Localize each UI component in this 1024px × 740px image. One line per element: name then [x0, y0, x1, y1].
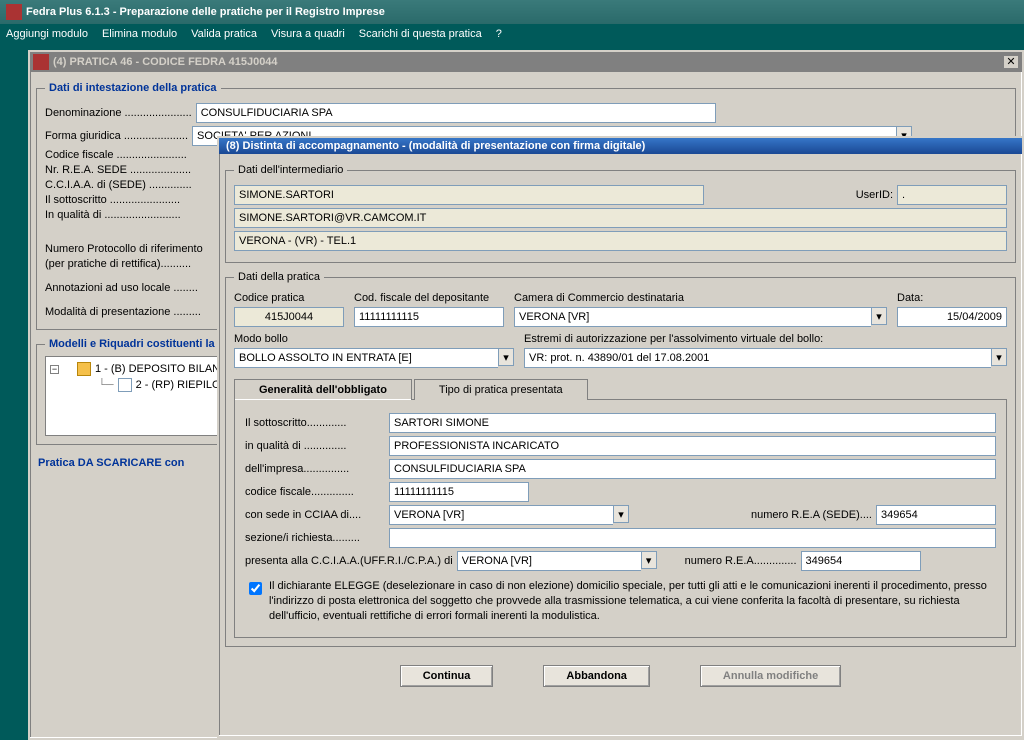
tab-tipo-pratica[interactable]: Tipo di pratica presentata [414, 379, 588, 400]
window-distinta-title: (8) Distinta di accompagnamento - (modal… [222, 140, 1019, 152]
lbl-g-cf: codice fiscale.............. [245, 486, 385, 498]
lbl-rea: Nr. R.E.A. SEDE .................... [45, 164, 191, 176]
btn-continua[interactable]: Continua [400, 665, 494, 687]
input-intermediario-email[interactable] [234, 208, 1007, 228]
btn-abbandona[interactable]: Abbandona [543, 665, 650, 687]
input-g-sede[interactable] [389, 505, 613, 525]
lbl-protocollo1: Numero Protocollo di riferimento [45, 243, 203, 255]
folder-icon [77, 362, 91, 376]
lbl-cf: Codice fiscale ....................... [45, 149, 187, 161]
window-distinta: (8) Distinta di accompagnamento - (modal… [217, 136, 1024, 738]
input-g-sottoscritto[interactable] [389, 413, 996, 433]
fs-dati-pratica: Dati della pratica Codice pratica Cod. f… [225, 271, 1016, 647]
menu-elimina[interactable]: Elimina modulo [102, 28, 177, 40]
input-userid[interactable] [897, 185, 1007, 205]
input-g-rea2[interactable] [801, 551, 921, 571]
close-icon[interactable]: ✕ [1003, 55, 1019, 69]
tabs: Generalità dell'obbligato Tipo di pratic… [234, 378, 1007, 399]
menu-valida[interactable]: Valida pratica [191, 28, 257, 40]
lbl-userid: UserID: [856, 189, 893, 201]
lbl-codprat: Codice pratica [234, 292, 304, 304]
fs-intermediario-legend: Dati dell'intermediario [234, 164, 347, 176]
app-icon [6, 4, 22, 20]
input-g-impresa[interactable] [389, 459, 996, 479]
lbl-g-rea1: numero R.E.A (SEDE).... [751, 509, 872, 521]
app-title: Fedra Plus 6.1.3 - Preparazione delle pr… [26, 6, 385, 18]
window-distinta-titlebar[interactable]: (8) Distinta di accompagnamento - (modal… [219, 138, 1022, 154]
btn-annulla: Annulla modifiche [700, 665, 841, 687]
window-icon [33, 54, 49, 70]
lbl-g-rea2: numero R.E.A.............. [685, 555, 797, 567]
chevron-down-icon[interactable]: ▾ [991, 348, 1007, 366]
chevron-down-icon[interactable]: ▾ [871, 307, 887, 325]
checkbox-elegge[interactable] [249, 582, 262, 595]
lbl-g-impresa: dell'impresa............... [245, 463, 385, 475]
menu-visura[interactable]: Visura a quadri [271, 28, 345, 40]
input-data[interactable] [897, 307, 1007, 327]
input-g-cf[interactable] [389, 482, 529, 502]
lbl-annotazioni: Annotazioni ad uso locale ........ [45, 282, 198, 294]
input-intermediario-loc[interactable] [234, 231, 1007, 251]
tree-collapse-icon[interactable]: − [50, 365, 59, 374]
lbl-data: Data: [897, 292, 923, 304]
input-g-qualita[interactable] [389, 436, 996, 456]
menubar: Aggiungi modulo Elimina modulo Valida pr… [0, 24, 1024, 44]
input-intermediario-nome[interactable] [234, 185, 704, 205]
input-cfdep[interactable] [354, 307, 504, 327]
fs-dati-pratica-legend: Dati della pratica [234, 271, 324, 283]
window-pratica-titlebar[interactable]: (4) PRATICA 46 - CODICE FEDRA 415J0044 ✕ [30, 52, 1022, 72]
page-icon [118, 378, 132, 392]
lbl-protocollo2: (per pratiche di rettifica).......... [45, 258, 191, 270]
lbl-modalita: Modalità di presentazione ......... [45, 306, 201, 318]
input-g-rea1[interactable] [876, 505, 996, 525]
lbl-camera: Camera di Commercio destinataria [514, 292, 684, 304]
lbl-g-sottoscritto: Il sottoscritto............. [245, 417, 385, 429]
fs-intermediario: Dati dell'intermediario UserID: [225, 164, 1016, 263]
input-codprat[interactable] [234, 307, 344, 327]
input-bollo[interactable] [234, 348, 498, 368]
window-pratica-title: (4) PRATICA 46 - CODICE FEDRA 415J0044 [53, 56, 1003, 68]
menu-help[interactable]: ? [496, 28, 502, 40]
lbl-g-qualita: in qualità di .............. [245, 440, 385, 452]
chevron-down-icon[interactable]: ▾ [613, 505, 629, 523]
lbl-g-presenta: presenta alla C.C.I.A.A.(UFF.R.I./C.P.A.… [245, 555, 453, 567]
input-denominazione[interactable] [196, 103, 716, 123]
lbl-g-sede: con sede in CCIAA di.... [245, 509, 385, 521]
menu-aggiungi[interactable]: Aggiungi modulo [6, 28, 88, 40]
fs-intestazione-legend: Dati di intestazione della pratica [45, 82, 221, 94]
lbl-denominazione: Denominazione ...................... [45, 107, 192, 119]
input-g-sezione[interactable] [389, 528, 996, 548]
input-g-presenta[interactable] [457, 551, 641, 571]
tab-body-generalita: Il sottoscritto............. in qualità … [234, 399, 1007, 638]
lbl-estremi: Estremi di autorizzazione per l'assolvim… [524, 333, 823, 345]
app-titlebar: Fedra Plus 6.1.3 - Preparazione delle pr… [0, 0, 1024, 24]
input-estremi[interactable] [524, 348, 991, 368]
lbl-sottoscritto: Il sottoscritto ....................... [45, 194, 180, 206]
lbl-qualita: In qualità di ......................... [45, 209, 181, 221]
lbl-bollo: Modo bollo [234, 333, 288, 345]
lbl-cciaa: C.C.I.A.A. di (SEDE) .............. [45, 179, 192, 191]
chevron-down-icon[interactable]: ▾ [498, 348, 514, 366]
menu-scarichi[interactable]: Scarichi di questa pratica [359, 28, 482, 40]
chevron-down-icon[interactable]: ▾ [641, 551, 657, 569]
tab-generalita[interactable]: Generalità dell'obbligato [234, 379, 412, 400]
text-dichiarante: Il dichiarante ELEGGE (deselezionare in … [269, 579, 996, 624]
lbl-forma: Forma giuridica ..................... [45, 130, 188, 142]
lbl-g-sezione: sezione/i richiesta......... [245, 532, 385, 544]
lbl-cfdep: Cod. fiscale del depositante [354, 292, 489, 304]
input-camera[interactable] [514, 307, 871, 327]
